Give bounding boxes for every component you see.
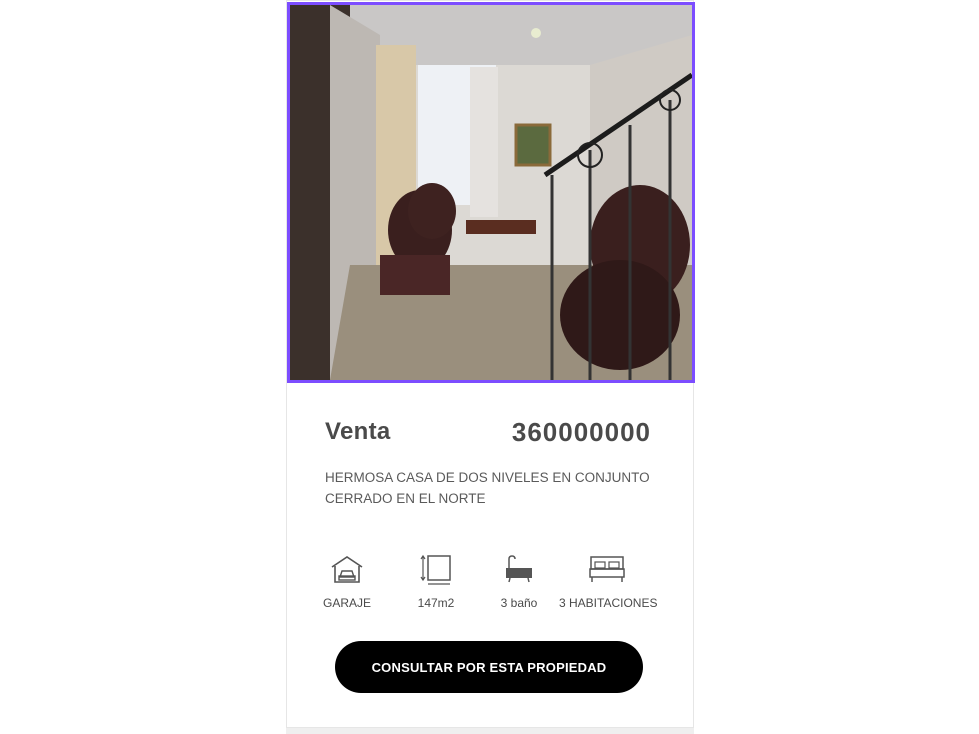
listing-header: Venta 360000000 xyxy=(325,415,651,449)
property-photo[interactable] xyxy=(287,2,695,383)
price: 360000000 xyxy=(511,416,651,447)
feature-label: 147m2 xyxy=(417,596,455,610)
operation-type: Venta xyxy=(325,418,391,445)
bathtub-icon xyxy=(506,555,532,583)
garage-icon xyxy=(331,556,363,583)
features-row: GARAJE 147m2 3 baño 3 HABITACIONES xyxy=(317,554,657,614)
feature-label: GARAJE xyxy=(322,596,371,610)
bed-icon xyxy=(589,556,625,582)
area-icon xyxy=(420,554,451,585)
feature-area: 147m2 xyxy=(405,554,467,610)
feature-label: 3 HABITACIONES xyxy=(559,596,658,610)
feature-label: 3 baño xyxy=(500,596,538,610)
feature-garage: GARAJE xyxy=(317,554,377,610)
card-shadow xyxy=(286,728,694,734)
listing-description: HERMOSA CASA DE DOS NIVELES EN CONJUNTO … xyxy=(325,470,650,506)
consult-property-button[interactable]: CONSULTAR POR ESTA PROPIEDAD xyxy=(335,641,643,693)
property-card: Venta 360000000 HERMOSA CASA DE DOS NIVE… xyxy=(286,0,695,728)
feature-bedrooms: 3 HABITACIONES xyxy=(559,554,658,610)
feature-bathrooms: 3 baño xyxy=(491,554,547,610)
living-room-image xyxy=(290,5,692,380)
